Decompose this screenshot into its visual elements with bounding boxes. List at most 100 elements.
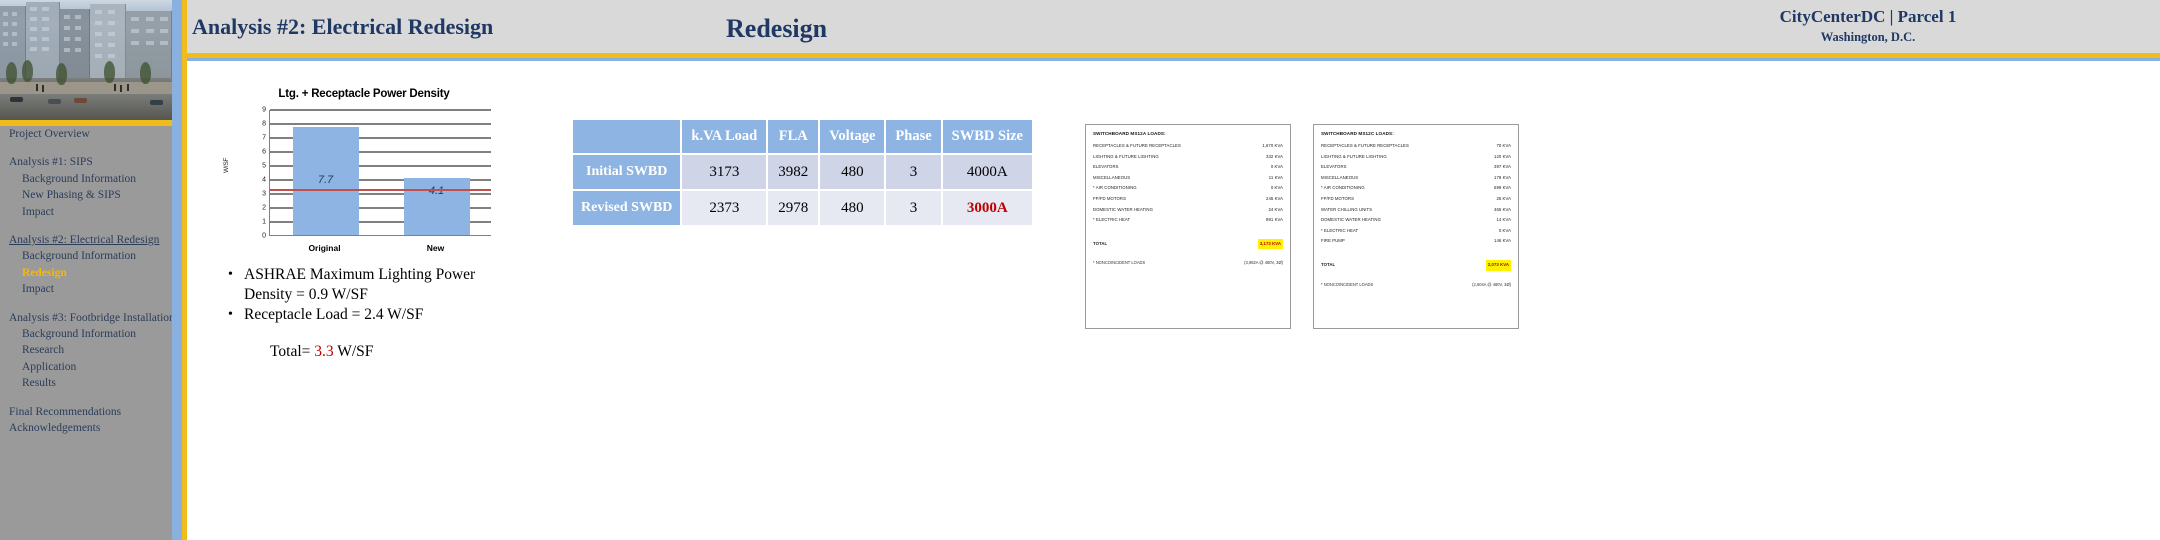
table-header: k.VA Load FLA Voltage Phase SWBD Size [573,120,1032,153]
panel-load-row: * AIR CONDITIONING 699 KVA [1321,183,1511,194]
chart-y-tick: 4 [262,176,266,184]
sidebar-item-background-information[interactable]: Background Information [0,326,172,342]
panel-load-label: DOMESTIC WATER HEATING [1093,206,1153,212]
panel-load-amount: 70 KVA [1496,143,1511,148]
tree [22,60,33,82]
left-blue-border [172,0,182,540]
panel-load-label: RECEPTACLES & FUTURE RECEPTACLES [1093,143,1181,148]
table-row-header: Revised SWBD [573,191,681,225]
table-cell: 2373 [682,191,767,225]
panel-load-amount: 178 KVA [1494,174,1511,180]
panel-load-row: WATER CHILLING UNITS 465 KVA [1321,205,1511,216]
sidebar-item-analysis-3-footbridge-installation[interactable]: Analysis #3: Footbridge Installation [0,310,172,326]
total-power-density: Total= 3.3 W/SF [222,343,522,361]
sidebar-item-analysis-1-sips[interactable]: Analysis #1: SIPS [0,154,172,170]
sidebar-item-results[interactable]: Results [0,375,172,391]
chart-x-tick: New [426,243,445,253]
sidebar-item-impact[interactable]: Impact [0,204,172,220]
panel-load-label: FIRE PUMP [1321,238,1345,244]
table-cell: 480 [820,191,885,225]
total-value: 3.3 [314,342,334,360]
sidebar-item-research[interactable]: Research [0,342,172,358]
chart-threshold-line [270,189,491,191]
car [150,100,163,105]
switchboard-comparison-table: k.VA Load FLA Voltage Phase SWBD Size Initia… [571,118,1034,227]
panel-load-label: ELEVATORS [1093,164,1119,170]
table-cell: 480 [820,155,885,189]
presentation-slide: Project Overview Analysis #1: SIPS Backgro… [0,0,2160,540]
panel-footnote-amount: (3,982A @ 480V, 3Ø) [1244,260,1283,266]
panel-title: SWITCHBOARD MS12C LOADS: [1321,131,1394,136]
chart-plot-wrapper: W/SF 0 1 2 3 4 5 6 7 8 9 7.7 4.1 [223,107,500,242]
panel-load-amount: 14 KVA [1496,217,1511,223]
sidebar-item-redesign[interactable]: Redesign [0,265,172,281]
switchboard-ms12c-panel: SWITCHBOARD MS12C LOADS: RECEPTACLES & FU… [1313,124,1519,329]
switchboard-ms12a-panel: SWITCHBOARD MS12A LOADS: RECEPTACLES & FU… [1085,124,1291,329]
table-column-header: Phase [886,120,941,153]
panel-load-row: FP/FD MOTORS 25 KVA [1321,194,1511,205]
chart-y-tick: 2 [262,204,266,212]
tree [140,62,151,84]
panel-load-label: * ELECTRIC HEAT [1093,217,1131,223]
sidebar-item-acknowledgements[interactable]: Acknowledgements [0,420,172,436]
panel-load-label: FP/FD MOTORS [1321,195,1354,201]
pedestrian [36,84,38,91]
pedestrian [42,85,44,92]
sidebar-item-background-information[interactable]: Background Information [0,248,172,264]
panel-load-label: MISCELLANEOUS [1093,174,1131,180]
sidebar-item-background-information[interactable]: Background Information [0,171,172,187]
panel-load-row: DOMESTIC WATER HEATING 14 KVA [1321,215,1511,226]
sidebar-item-new-phasing-sips[interactable]: New Phasing & SIPS [0,187,172,203]
panel-load-amount: 120 KVA [1494,153,1511,159]
panel-title: SWITCHBOARD MS12A LOADS: [1093,131,1166,136]
panel-load-row: MISCELLANEOUS 178 KVA [1321,173,1511,184]
panel-load-label: * AIR CONDITIONING [1093,185,1137,191]
sidebar-item-application[interactable]: Application [0,359,172,375]
panel-footnote-row: * NONCOINCIDENT LOADS (2,604A @ 480V, 3Ø) [1321,282,1511,287]
panel-total-label: TOTAL [1093,240,1108,246]
table-column-header: Voltage [820,120,885,153]
panel-load-row: DOMESTIC WATER HEATING 24 KVA [1093,205,1283,216]
chart-y-tick: 8 [262,120,266,128]
panel-load-amount: 25 KVA [1496,195,1511,201]
header-blue-rule [187,58,2160,61]
table-cell: 2978 [768,191,819,225]
table-cell: 3 [886,191,941,225]
table-cell: 3 [886,155,941,189]
power-density-chart: Ltg. + Receptacle Power Density W/SF 0 1 2… [223,88,500,264]
chart-y-tick: 0 [262,232,266,240]
panel-load-amount: 891 KVA [1266,217,1283,223]
bullet-item: ASHRAE Maximum Lighting Power Density = … [222,265,522,304]
panel-load-amount: 465 KVA [1494,206,1511,212]
section-title: Redesign [726,14,828,43]
panel-load-row: MISCELLANEOUS 11 KVA [1093,173,1283,184]
chart-y-tick: 9 [262,106,266,114]
panel-load-label: * ELECTRIC HEAT [1321,227,1359,233]
table-column-header: FLA [768,120,819,153]
table-row: Revised SWBD 2373 2978 480 3 3000A [573,191,1032,225]
sidebar-item-impact[interactable]: Impact [0,281,172,297]
panel-load-row: * AIR CONDITIONING 0 KVA [1093,183,1283,194]
chart-gridline [270,123,491,125]
chart-y-tick: 5 [262,162,266,170]
sidebar-navigation[interactable]: Project Overview Analysis #1: SIPS Backgro… [0,126,172,540]
total-unit: W/SF [333,342,374,360]
chart-data-label: 4.1 [428,184,445,197]
car [10,97,23,102]
sidebar-item-analysis-2-electrical-redesign[interactable]: Analysis #2: Electrical Redesign [0,232,172,248]
table-corner-cell [573,120,681,153]
sidebar-item-final-recommendations[interactable]: Final Recommendations [0,404,172,420]
panel-load-label: RECEPTACLES & FUTURE RECEPTACLES [1321,143,1409,148]
panel-load-label: MISCELLANEOUS [1321,174,1359,180]
table-row-header: Initial SWBD [573,155,681,189]
total-label: Total= [270,342,315,360]
tree [104,61,115,83]
panel-load-amount: 0 KVA [1498,227,1511,233]
chart-plot-area: 0 1 2 3 4 5 6 7 8 9 7.7 4.1 [262,107,491,240]
panel-load-amount: 24 KVA [1268,206,1283,212]
panel-footnote-label: * NONCOINCIDENT LOADS [1093,260,1146,266]
analysis-title: Analysis #2: Electrical Redesign [192,14,494,39]
sidebar-item-project-overview[interactable]: Project Overview [0,126,172,142]
